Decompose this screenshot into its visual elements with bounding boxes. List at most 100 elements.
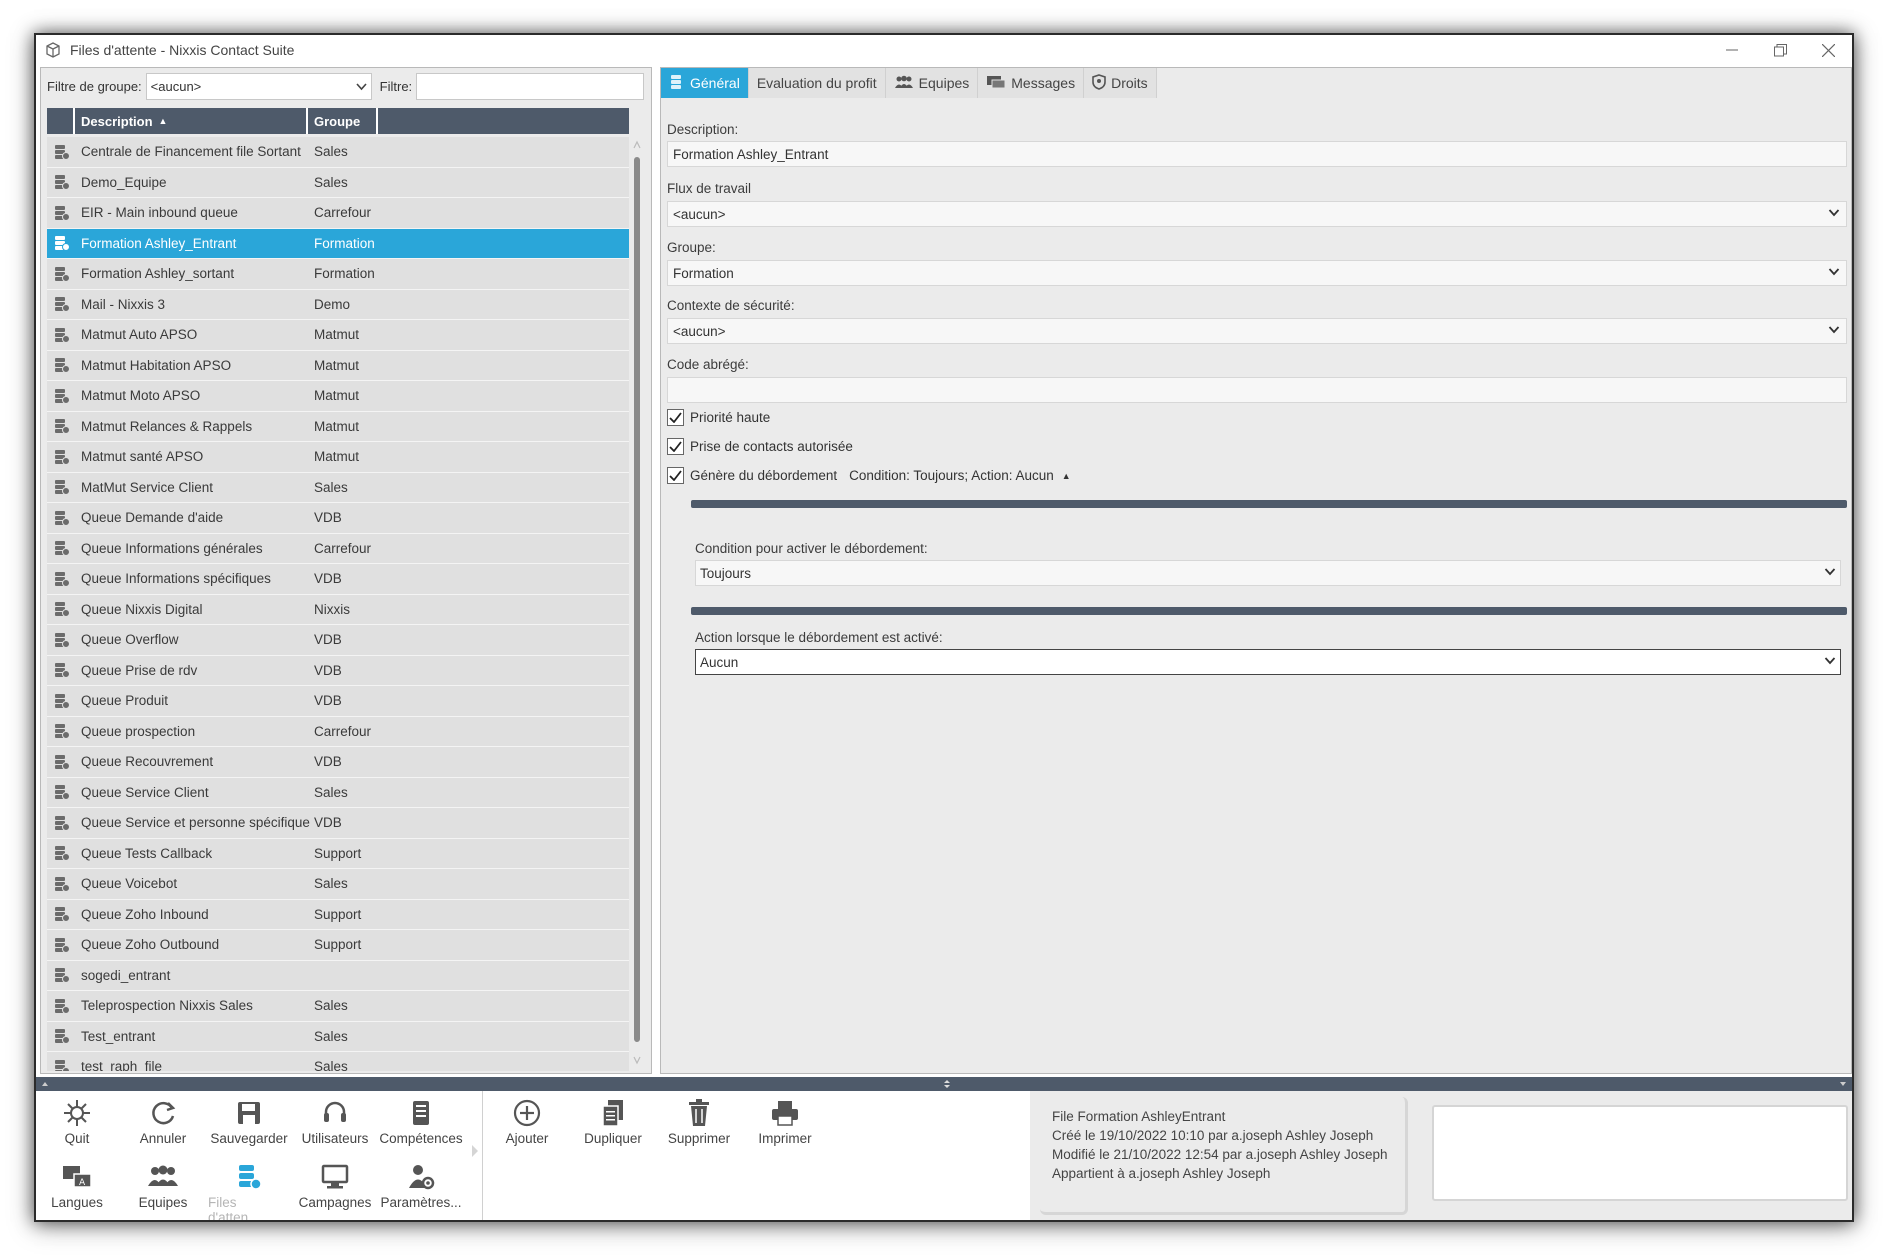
high-priority-checkbox[interactable]: [667, 409, 684, 426]
trash-icon: [687, 1095, 711, 1131]
close-button[interactable]: [1804, 35, 1852, 65]
grid-scrollbar[interactable]: [631, 137, 643, 1071]
group-filter-select[interactable]: <aucun>: [145, 72, 372, 100]
tab-profit-evaluation[interactable]: Evaluation du profit: [748, 68, 886, 98]
contacts-allowed-checkbox[interactable]: [667, 438, 684, 455]
chevron-down-icon: [1828, 206, 1840, 223]
row-group: Formation: [314, 235, 375, 251]
print-button[interactable]: Imprimer: [744, 1095, 826, 1146]
table-row[interactable]: Queue Zoho Outbound Support: [47, 930, 629, 961]
table-row[interactable]: Queue Produit VDB: [47, 686, 629, 717]
row-group: Matmut: [314, 327, 360, 343]
security-context-label: Contexte de sécurité:: [667, 298, 795, 313]
tab-rights[interactable]: Droits: [1084, 68, 1157, 98]
minimize-button[interactable]: [1708, 35, 1756, 65]
table-row[interactable]: Matmut Habitation APSO Matmut: [47, 350, 629, 381]
table-row[interactable]: Mail - Nixxis 3 Demo: [47, 289, 629, 320]
delete-button[interactable]: Supprimer: [658, 1095, 740, 1146]
messages-icon: [986, 75, 1006, 92]
users-button[interactable]: Utilisateurs: [294, 1095, 376, 1146]
chevron-down-icon: [1828, 265, 1840, 282]
table-row[interactable]: Formation Ashley_Entrant Formation: [47, 228, 629, 259]
skills-icon: [410, 1095, 432, 1131]
table-row[interactable]: Matmut Auto APSO Matmut: [47, 320, 629, 351]
queue-icon: [47, 815, 77, 831]
table-row[interactable]: Queue Zoho Inbound Support: [47, 899, 629, 930]
add-label: Ajouter: [505, 1131, 549, 1146]
table-row[interactable]: Queue Tests Callback Support: [47, 838, 629, 869]
short-code-input[interactable]: [667, 377, 1847, 403]
overflow-action-select[interactable]: Aucun: [695, 649, 1841, 675]
table-row[interactable]: Demo_Equipe Sales: [47, 167, 629, 198]
overflow-condition-select[interactable]: Toujours: [695, 560, 1841, 586]
campaigns-button[interactable]: Campagnes: [294, 1159, 376, 1210]
tab-messages[interactable]: Messages: [978, 68, 1085, 98]
workflow-select[interactable]: <aucun>: [667, 201, 1847, 227]
overflow-checkbox[interactable]: [667, 467, 684, 484]
add-button[interactable]: Ajouter: [486, 1095, 568, 1146]
table-row[interactable]: Centrale de Financement file Sortant Sale…: [47, 137, 629, 168]
tab-general[interactable]: Général: [661, 68, 749, 98]
table-row[interactable]: sogedi_entrant: [47, 960, 629, 991]
table-row[interactable]: Queue Recouvrement VDB: [47, 747, 629, 778]
languages-button[interactable]: A Langues: [36, 1159, 118, 1210]
table-row[interactable]: Queue Prise de rdv VDB: [47, 655, 629, 686]
table-row[interactable]: Queue Informations spécifiques VDB: [47, 564, 629, 595]
restore-button[interactable]: [1756, 35, 1804, 65]
quit-icon: [62, 1095, 92, 1131]
collapse-up-icon[interactable]: ▲: [1062, 471, 1071, 481]
table-row[interactable]: Queue Nixxis Digital Nixxis: [47, 594, 629, 625]
table-row[interactable]: test_raph_file Sales: [47, 1052, 629, 1071]
table-row[interactable]: Formation Ashley_sortant Formation: [47, 259, 629, 290]
overflow-checkbox-row[interactable]: Génère du débordement Condition: Toujour…: [667, 467, 1071, 484]
row-description: Demo_Equipe: [81, 174, 167, 190]
queues-button[interactable]: Files d'atten...: [208, 1159, 290, 1220]
row-description: Queue Zoho Outbound: [81, 937, 220, 953]
text-filter-label: Filtre:: [379, 78, 413, 94]
row-group: Matmut: [314, 388, 360, 404]
queue-icon: [47, 418, 77, 435]
column-header-description[interactable]: Description ▲: [75, 108, 308, 134]
table-row[interactable]: Teleprospection Nixxis Sales Sales: [47, 991, 629, 1022]
quit-button[interactable]: Quit: [36, 1095, 118, 1146]
settings-button[interactable]: Paramètres...: [380, 1159, 462, 1210]
queue-icon: [47, 266, 77, 282]
table-row[interactable]: Queue Service et personne spécifique VDB: [47, 808, 629, 839]
group-value: Formation: [673, 265, 734, 281]
table-row[interactable]: MatMut Service Client Sales: [47, 472, 629, 503]
high-priority-label: Priorité haute: [690, 410, 771, 425]
table-row[interactable]: EIR - Main inbound queue Carrefour: [47, 198, 629, 229]
group-filter-value: <aucun>: [150, 78, 202, 94]
description-input[interactable]: Formation Ashley_Entrant: [667, 141, 1847, 167]
table-row[interactable]: Matmut Relances & Rappels Matmut: [47, 411, 629, 442]
column-header-group[interactable]: Groupe: [308, 108, 378, 134]
teams-button[interactable]: Equipes: [122, 1159, 204, 1210]
table-row[interactable]: Queue Overflow VDB: [47, 625, 629, 656]
text-filter-input[interactable]: [416, 72, 645, 100]
table-row[interactable]: Queue Informations générales Carrefour: [47, 533, 629, 564]
duplicate-button[interactable]: Dupliquer: [572, 1095, 654, 1146]
toolbar-divider: [482, 1091, 483, 1220]
table-row[interactable]: Queue Voicebot Sales: [47, 869, 629, 900]
panel-splitter[interactable]: [36, 1077, 1852, 1091]
row-description: Queue Service et personne spécifique: [81, 815, 310, 831]
group-select[interactable]: Formation: [667, 260, 1847, 286]
contacts-allowed-checkbox-row[interactable]: Prise de contacts autorisée: [667, 438, 853, 455]
tab-teams[interactable]: Equipes: [885, 68, 979, 98]
column-header-description-label: Description: [81, 113, 153, 129]
table-row[interactable]: Matmut Moto APSO Matmut: [47, 381, 629, 412]
table-row[interactable]: Matmut santé APSO Matmut: [47, 442, 629, 473]
skills-button[interactable]: Compétences: [379, 1095, 463, 1146]
cancel-button[interactable]: Annuler: [122, 1095, 204, 1146]
save-button[interactable]: Sauvegarder: [208, 1095, 290, 1146]
table-row[interactable]: Queue prospection Carrefour: [47, 716, 629, 747]
workflow-value: <aucun>: [673, 206, 726, 222]
row-group: Sales: [314, 174, 348, 190]
table-row[interactable]: Queue Demande d'aide VDB: [47, 503, 629, 534]
row-group: VDB: [314, 754, 342, 770]
table-row[interactable]: Queue Service Client Sales: [47, 777, 629, 808]
high-priority-checkbox-row[interactable]: Priorité haute: [667, 409, 770, 426]
monitor-icon: [320, 1159, 350, 1195]
table-row[interactable]: Test_entrant Sales: [47, 1021, 629, 1052]
security-context-select[interactable]: <aucun>: [667, 318, 1847, 344]
